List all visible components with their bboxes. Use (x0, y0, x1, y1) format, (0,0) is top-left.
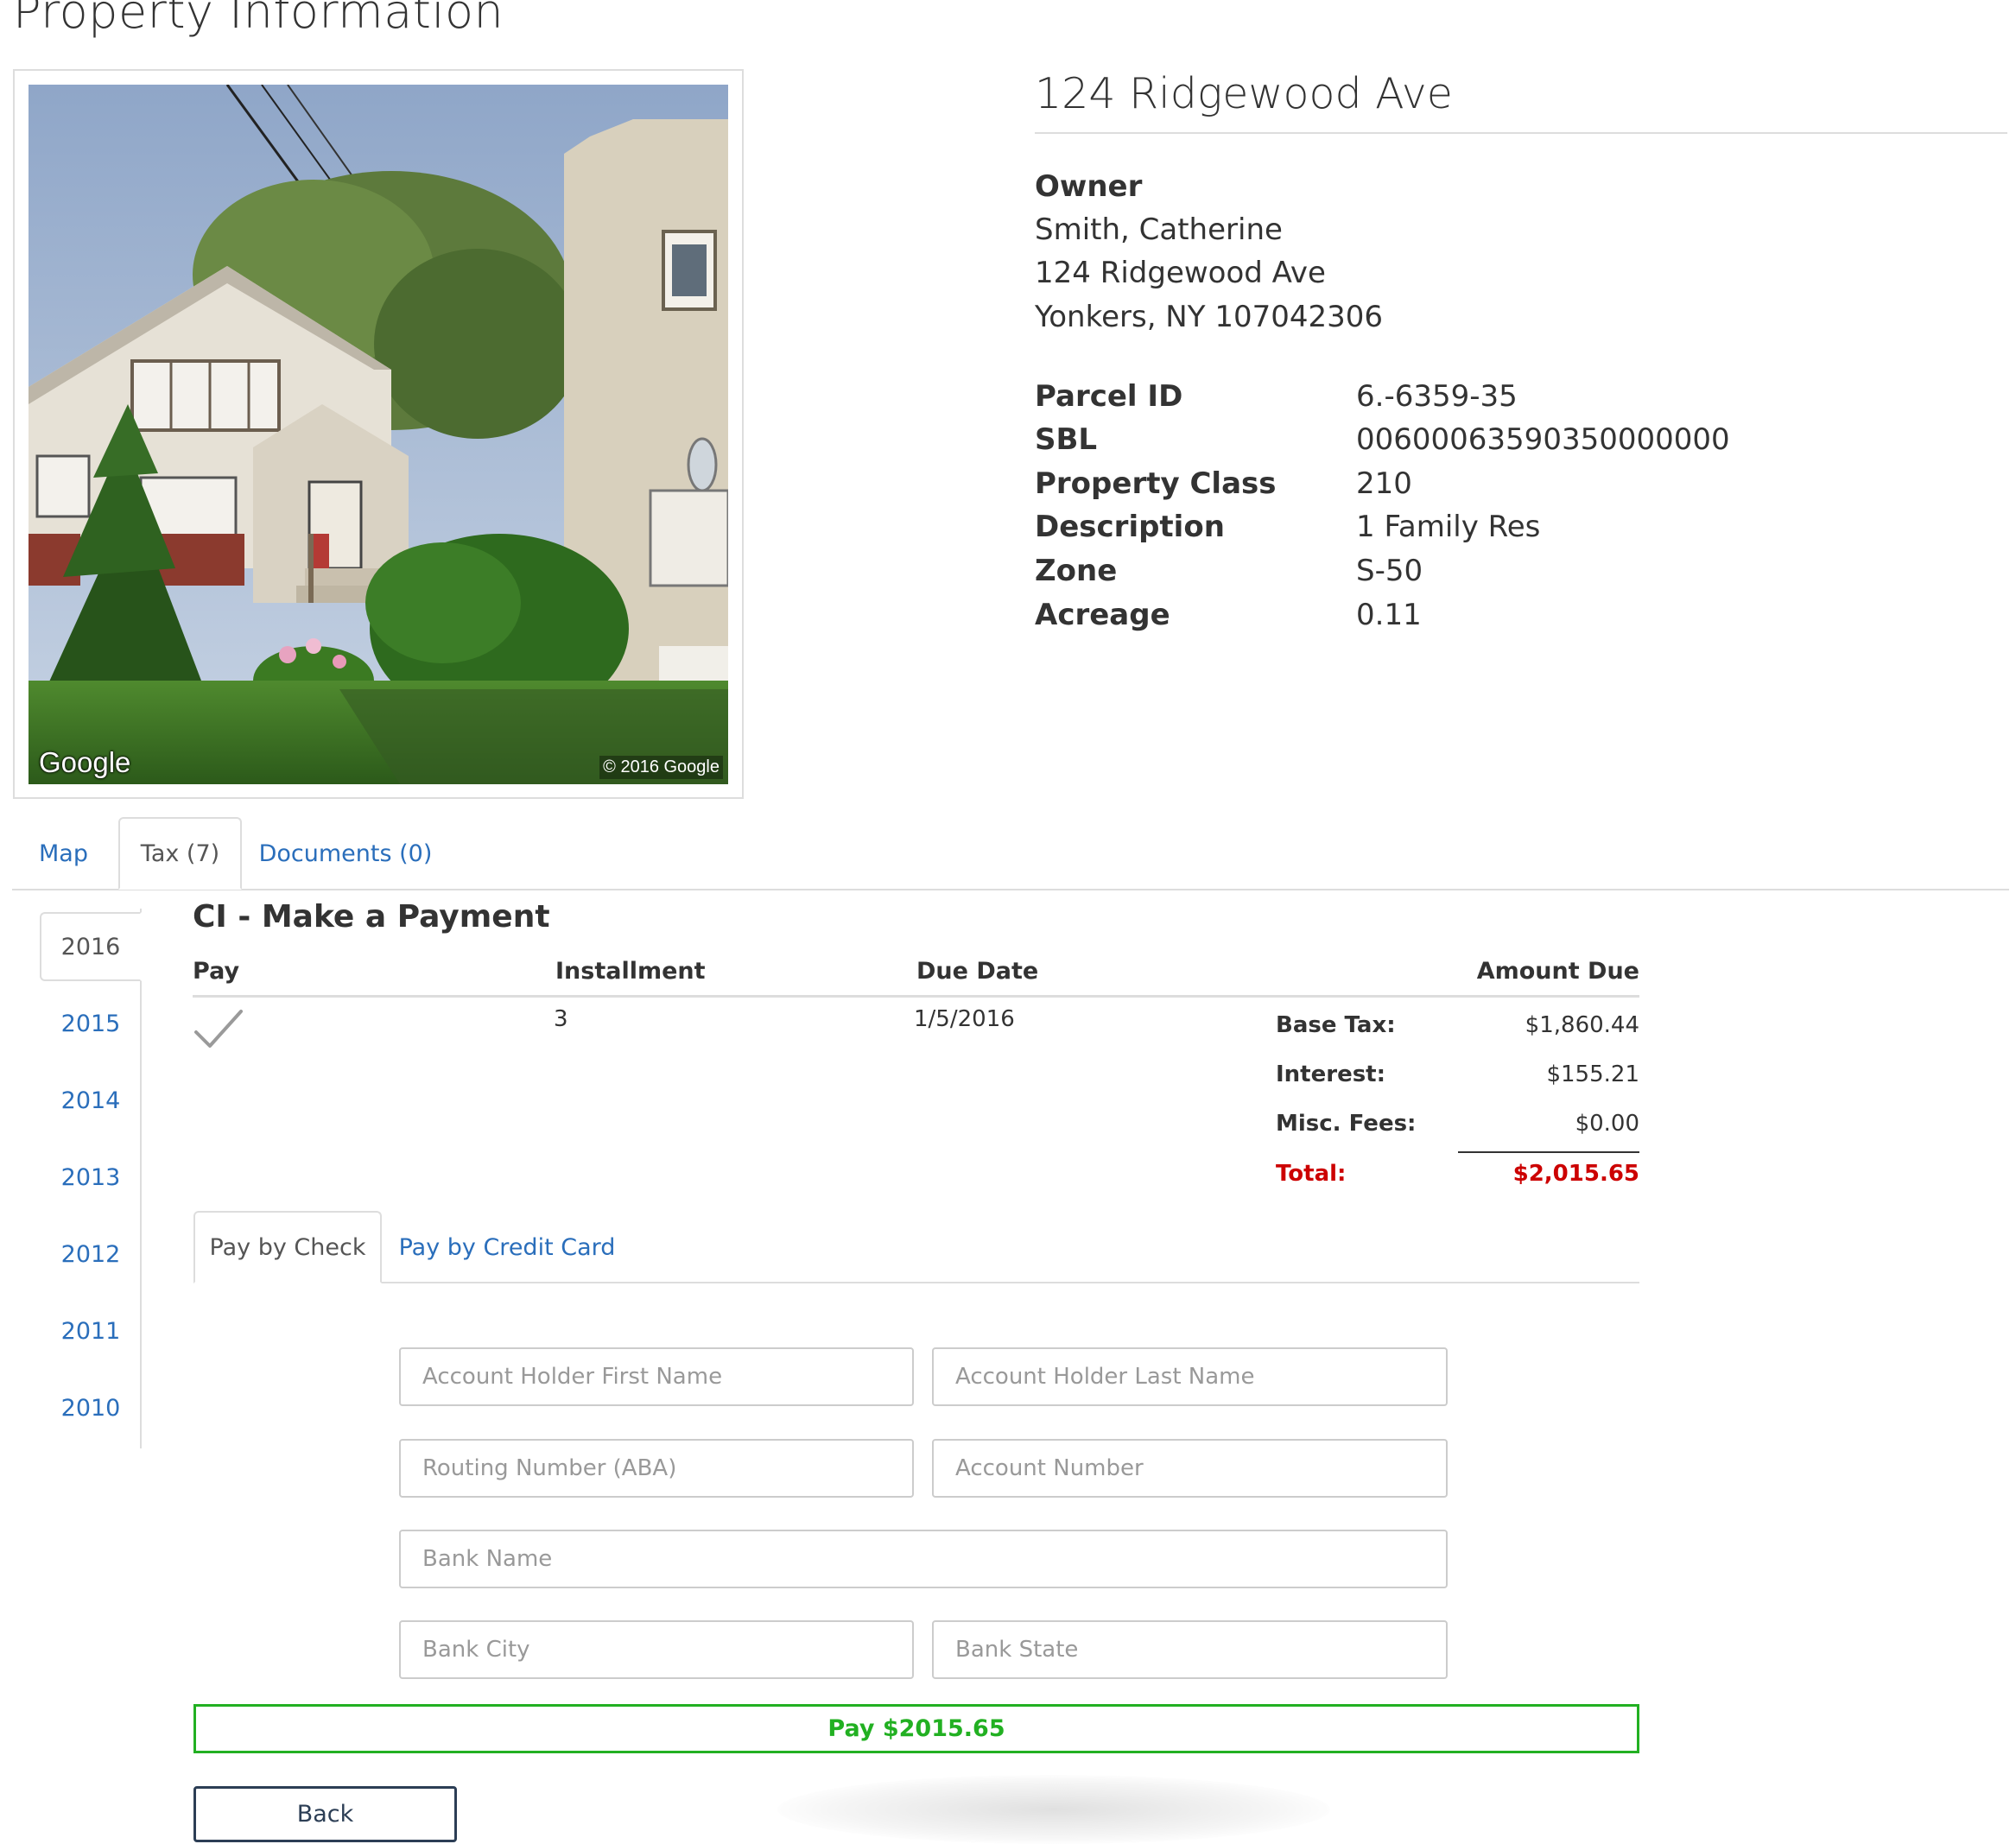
acreage-label: Acreage (1035, 598, 1170, 632)
col-installment: Installment (555, 958, 706, 985)
bank-city-field[interactable] (399, 1620, 914, 1679)
year-tab-2013[interactable]: 2013 (40, 1143, 142, 1212)
tab-documents[interactable]: Documents (0) (250, 817, 441, 890)
base-tax-value: $1,860.44 (1525, 1012, 1639, 1038)
bank-name-field[interactable] (399, 1530, 1448, 1588)
address-divider (1035, 132, 2007, 134)
tab-tax[interactable]: Tax (7) (118, 817, 242, 890)
account-holder-first-name-field[interactable] (399, 1347, 914, 1406)
total-value: $2,015.65 (1512, 1161, 1639, 1187)
account-number-field[interactable] (932, 1439, 1448, 1498)
tab-map[interactable]: Map (14, 817, 113, 890)
parcel-id-value: 6.-6359-35 (1356, 379, 1518, 414)
zone-label: Zone (1035, 554, 1118, 588)
floating-shadow (777, 1775, 1330, 1844)
year-tab-2012[interactable]: 2012 (40, 1220, 142, 1289)
due-date-value: 1/5/2016 (914, 1006, 1015, 1032)
year-tab-2015[interactable]: 2015 (40, 989, 142, 1058)
bank-state-field[interactable] (932, 1620, 1448, 1679)
zone-value: S-50 (1356, 554, 1423, 588)
year-tab-2011[interactable]: 2011 (40, 1296, 142, 1366)
account-holder-last-name-field[interactable] (932, 1347, 1448, 1406)
tab-pay-by-check[interactable]: Pay by Check (193, 1211, 382, 1283)
street-view-image (29, 85, 728, 784)
page-title: Property Information (13, 0, 504, 39)
year-tab-2014[interactable]: 2014 (40, 1066, 142, 1135)
property-photo-frame: Google © 2016 Google (13, 69, 744, 799)
pay-button[interactable]: Pay $2015.65 (193, 1704, 1639, 1753)
property-address-heading: 124 Ridgewood Ave (1035, 69, 1453, 118)
acreage-value: 0.11 (1356, 598, 1422, 632)
col-amount-due: Amount Due (1476, 958, 1639, 985)
description-value: 1 Family Res (1356, 510, 1541, 544)
owner-city-line: Yonkers, NY 107042306 (1035, 300, 1384, 334)
street-view-photo[interactable]: Google © 2016 Google (29, 85, 728, 784)
year-tab-2010[interactable]: 2010 (40, 1373, 142, 1442)
property-class-value: 210 (1356, 466, 1412, 501)
payment-title: CI - Make a Payment (193, 899, 550, 935)
owner-label: Owner (1035, 169, 1143, 204)
back-button[interactable]: Back (193, 1786, 457, 1842)
col-pay: Pay (193, 958, 240, 985)
photo-copyright: © 2016 Google (599, 756, 723, 779)
misc-fees-value: $0.00 (1575, 1111, 1639, 1137)
owner-street: 124 Ridgewood Ave (1035, 256, 1326, 290)
sbl-label: SBL (1035, 422, 1098, 457)
sbl-value: 00600063590350000000 (1356, 422, 1730, 457)
table-header-divider (193, 995, 1639, 998)
misc-fees-label: Misc. Fees: (1276, 1111, 1417, 1137)
base-tax-label: Base Tax: (1276, 1012, 1396, 1038)
pay-checkmark-icon[interactable] (193, 1006, 243, 1049)
owner-name: Smith, Catherine (1035, 212, 1283, 247)
year-tab-2016[interactable]: 2016 (40, 912, 142, 981)
total-label: Total: (1276, 1161, 1347, 1187)
tab-pay-by-credit-card[interactable]: Pay by Credit Card (390, 1211, 624, 1283)
routing-number-field[interactable] (399, 1439, 914, 1498)
description-label: Description (1035, 510, 1225, 544)
col-due-date: Due Date (916, 958, 1039, 985)
google-logo: Google (39, 746, 131, 778)
interest-label: Interest: (1276, 1061, 1386, 1087)
property-class-label: Property Class (1035, 466, 1277, 501)
parcel-id-label: Parcel ID (1035, 379, 1183, 414)
interest-value: $155.21 (1546, 1061, 1639, 1087)
total-divider (1458, 1151, 1639, 1153)
installment-value: 3 (554, 1006, 568, 1032)
